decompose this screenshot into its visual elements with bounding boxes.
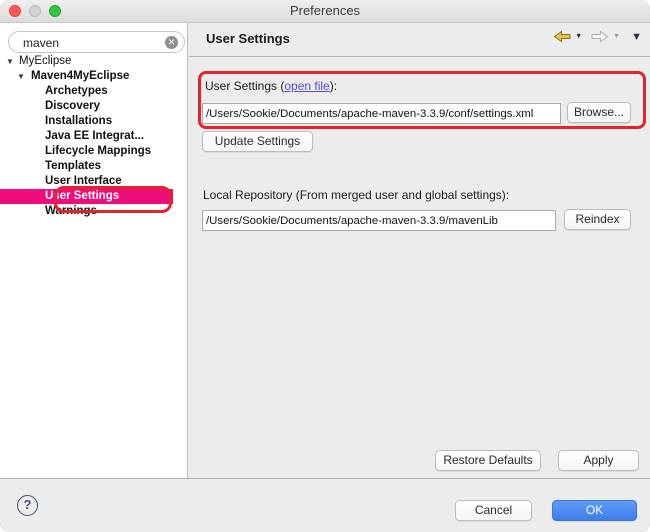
panel-header: User Settings ▼ ▼ ▼ [189, 23, 650, 57]
local-repository-label: Local Repository (From merged user and g… [203, 188, 509, 202]
apply-button[interactable]: Apply [558, 450, 639, 471]
window-title: Preferences [0, 0, 650, 22]
update-settings-button[interactable]: Update Settings [202, 131, 313, 152]
tree-item-warnings[interactable]: Warnings [0, 204, 173, 219]
forward-history-dropdown-icon: ▼ [613, 33, 620, 40]
reindex-button[interactable]: Reindex [564, 209, 631, 230]
local-repository-path-field[interactable] [202, 210, 556, 231]
page-title: User Settings [206, 31, 290, 46]
ok-button[interactable]: OK [552, 500, 637, 521]
tree-item-label: MyEclipse [19, 54, 71, 69]
title-bar: Preferences [0, 0, 650, 23]
clear-search-icon[interactable]: ✕ [165, 36, 178, 49]
tree-item-maven4myeclipse[interactable]: ▼ Maven4MyEclipse [0, 69, 173, 84]
tree-item-myeclipse[interactable]: ▼ MyEclipse [0, 54, 173, 69]
disclosure-triangle-icon[interactable]: ▼ [6, 54, 14, 69]
tree-item-label: Maven4MyEclipse [31, 69, 129, 84]
tree-item-user-settings[interactable]: User Settings [0, 189, 173, 204]
back-arrow-icon[interactable] [553, 30, 571, 43]
tree-item-archetypes[interactable]: Archetypes [0, 84, 173, 99]
tree-item-label: Discovery [45, 99, 100, 114]
preferences-window: Preferences ✕ ▼ MyEclipse ▼ Maven4MyEcli… [0, 0, 650, 532]
tree-item-templates[interactable]: Templates [0, 159, 173, 174]
preferences-tree: ▼ MyEclipse ▼ Maven4MyEclipse Archetypes… [0, 54, 186, 478]
tree-item-label: Lifecycle Mappings [45, 144, 151, 159]
back-history-dropdown-icon[interactable]: ▼ [575, 33, 582, 40]
open-file-link[interactable]: open file [284, 79, 329, 93]
disclosure-triangle-icon[interactable]: ▼ [17, 69, 25, 84]
user-settings-label: User Settings (open file): [205, 79, 337, 93]
tree-item-discovery[interactable]: Discovery [0, 99, 173, 114]
restore-defaults-button[interactable]: Restore Defaults [435, 450, 541, 471]
forward-arrow-icon [591, 30, 609, 43]
user-settings-panel: User Settings (open file): Browse... Upd… [189, 57, 650, 478]
view-menu-icon[interactable]: ▼ [631, 31, 642, 43]
tree-item-label: Warnings [45, 204, 97, 219]
filter-search-box[interactable]: ✕ [8, 31, 185, 53]
tree-item-label: Java EE Integrat... [45, 129, 144, 144]
tree-item-label: User Interface [45, 174, 122, 189]
sidebar: ✕ ▼ MyEclipse ▼ Maven4MyEclipse Archetyp… [0, 23, 188, 478]
search-input[interactable] [21, 33, 165, 53]
tree-item-label: Templates [45, 159, 101, 174]
user-settings-label-suffix: ): [330, 79, 337, 93]
tree-item-user-interface[interactable]: User Interface [0, 174, 173, 189]
user-settings-path-field[interactable] [202, 103, 561, 124]
user-settings-label-prefix: User Settings ( [205, 79, 284, 93]
cancel-button[interactable]: Cancel [455, 500, 532, 521]
dialog-footer: ? Cancel OK [0, 478, 650, 532]
tree-item-installations[interactable]: Installations [0, 114, 173, 129]
tree-item-label: User Settings [45, 189, 119, 204]
tree-item-lifecycle-mappings[interactable]: Lifecycle Mappings [0, 144, 173, 159]
browse-button[interactable]: Browse... [567, 102, 631, 123]
tree-item-java-ee-integrat[interactable]: Java EE Integrat... [0, 129, 173, 144]
help-button[interactable]: ? [17, 495, 38, 516]
tree-item-label: Installations [45, 114, 112, 129]
tree-item-label: Archetypes [45, 84, 108, 99]
